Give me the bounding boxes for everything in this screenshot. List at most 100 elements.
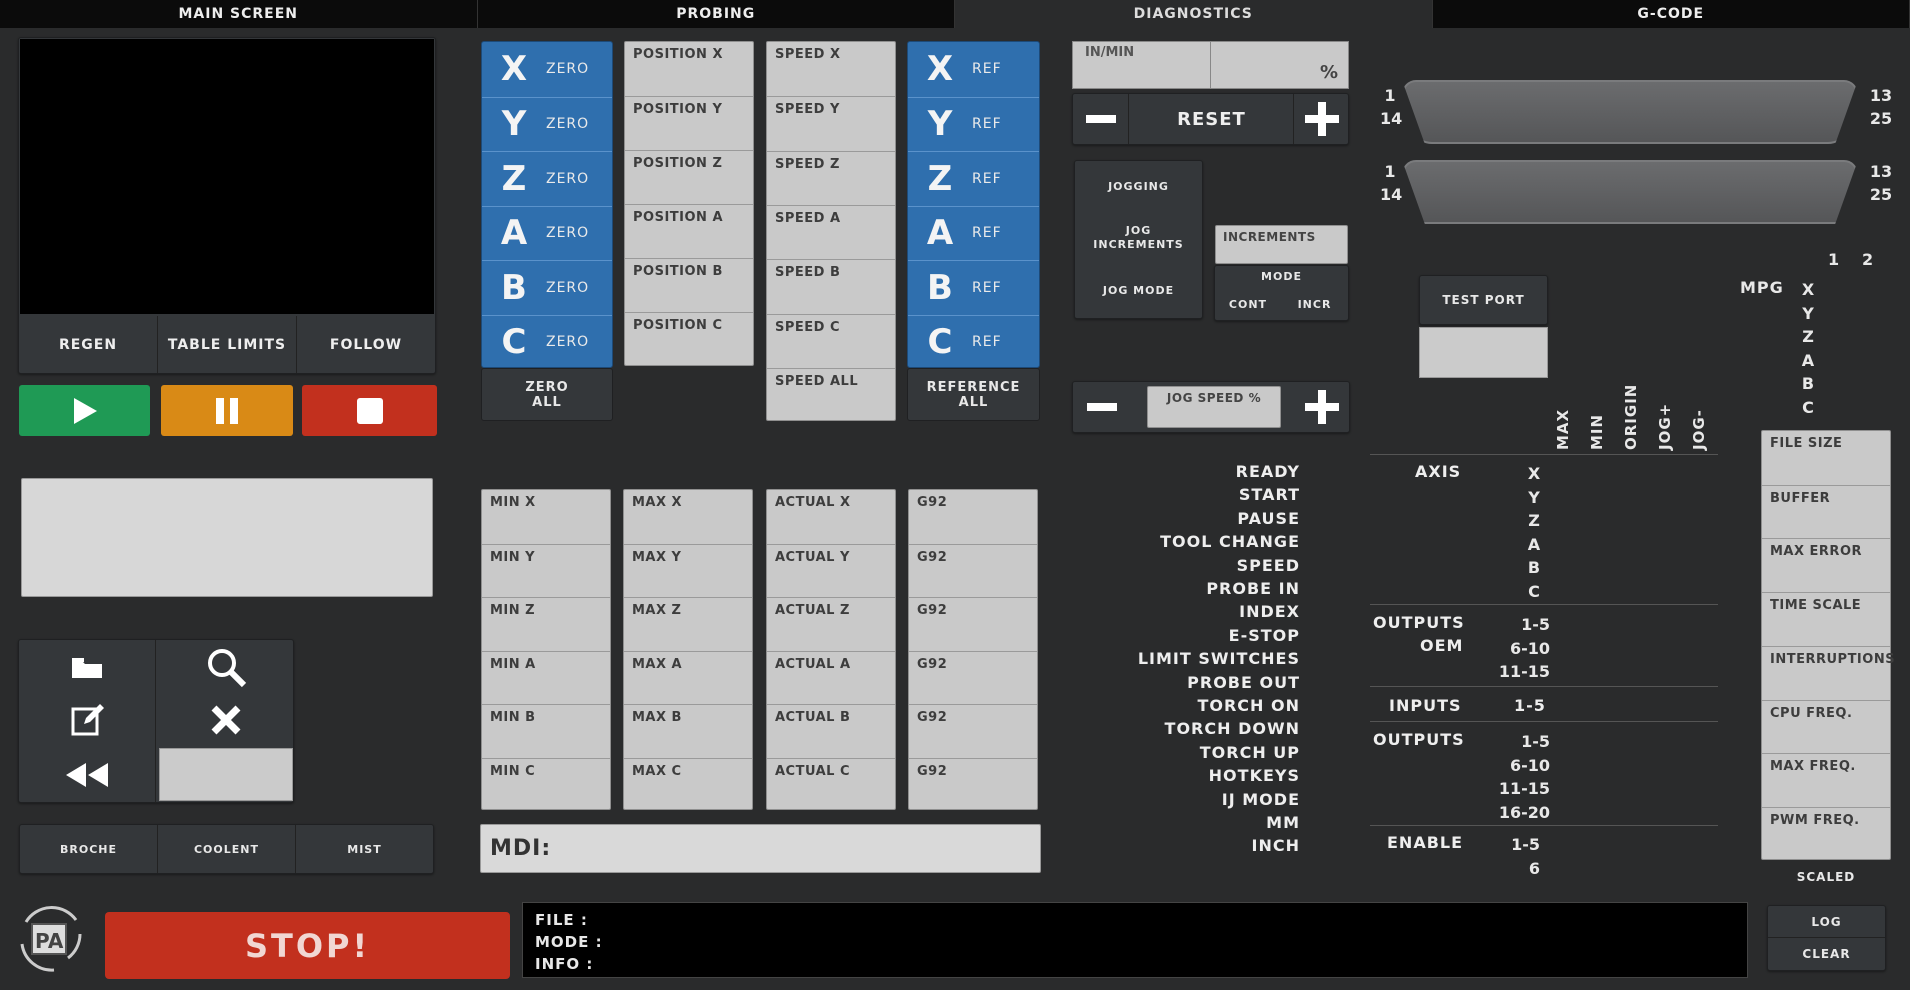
min-readout: MIN Z	[482, 597, 610, 651]
ref-b-button[interactable]: B REF	[908, 260, 1039, 315]
axis-letter: Y	[501, 104, 527, 145]
feed-unit-label: IN/MIN	[1085, 45, 1135, 60]
rewind-button[interactable]	[19, 746, 156, 803]
jog-mode-button[interactable]: JOG MODE	[1075, 265, 1202, 315]
pause-button[interactable]	[161, 385, 293, 436]
stat-readout: PWM FREQ.	[1762, 806, 1890, 861]
zero-a-button[interactable]: A ZERO	[482, 205, 612, 261]
tab-main-screen[interactable]: MAIN SCREEN	[0, 0, 478, 28]
tab-diagnostics[interactable]: DIAGNOSTICS	[955, 0, 1433, 28]
port1-left-pins: 1 14	[1380, 86, 1403, 128]
oem-output-ranges: 1-5 6-10 11-15	[1490, 613, 1550, 684]
plus-icon	[1304, 390, 1339, 424]
jog-increments-button[interactable]: JOG INCREMENTS	[1075, 213, 1202, 263]
scaled-label: SCALED	[1796, 870, 1856, 884]
position-readout: POSITION Z	[625, 150, 753, 204]
feed-plus-button[interactable]	[1293, 94, 1349, 144]
pause-icon	[216, 397, 238, 424]
stat-readout: MAX FREQ.	[1762, 753, 1890, 807]
cont-button[interactable]: CONT	[1215, 290, 1281, 318]
folder-icon	[72, 657, 102, 678]
feed-minus-button[interactable]	[1073, 94, 1129, 144]
ref-y-button[interactable]: Y REF	[908, 96, 1039, 152]
tab-probing[interactable]: PROBING	[478, 0, 955, 28]
log-button[interactable]: LOG	[1768, 906, 1885, 938]
mist-button[interactable]: MIST	[296, 825, 433, 873]
edit-file-button[interactable]	[19, 693, 156, 746]
toolpath-preview[interactable]	[20, 39, 434, 314]
open-file-button[interactable]	[19, 640, 156, 693]
follow-button[interactable]: FOLLOW	[297, 316, 435, 373]
incr-button[interactable]: INCR	[1281, 290, 1348, 318]
zero-y-button[interactable]: Y ZERO	[482, 96, 612, 152]
speed-readout: SPEED B	[767, 259, 895, 313]
range-label: 1-5	[1511, 835, 1540, 854]
mdi-input[interactable]: MDI:	[480, 824, 1041, 873]
mpg-axes: XYZABC	[1798, 278, 1818, 419]
stop-cycle-button[interactable]	[302, 385, 437, 436]
stat-readout: FILE SIZE	[1770, 436, 1843, 451]
inputs-range: 1-5	[1514, 696, 1546, 715]
axis-letter: C	[927, 322, 953, 363]
range-label: 6	[1528, 858, 1540, 878]
tab-g-code[interactable]: G-CODE	[1433, 0, 1910, 28]
jogging-button[interactable]: JOGGING	[1075, 161, 1202, 211]
rewind-icon	[66, 762, 108, 787]
ref-label: REF	[972, 225, 1002, 242]
mpg-axis-label: Z	[1802, 327, 1814, 346]
output-ranges: 1-5 6-10 11-15 16-20	[1490, 730, 1550, 824]
play-button[interactable]	[19, 385, 150, 436]
close-icon	[211, 705, 240, 734]
position-readout: POSITION B	[625, 258, 753, 312]
signal-label: PROBE IN	[1206, 579, 1300, 598]
signal-list: READY START PAUSE TOOL CHANGE SPEED PROBE IN I…	[1100, 462, 1300, 862]
zero-c-button[interactable]: C ZERO	[482, 314, 612, 370]
table-limits-button[interactable]: TABLE LIMITS	[158, 316, 297, 373]
clear-button[interactable]: CLEAR	[1768, 938, 1885, 970]
close-file-button[interactable]	[157, 693, 294, 746]
ref-label: REF	[972, 170, 1002, 187]
feed-percent-label: %	[1319, 62, 1338, 83]
status-mode-line: MODE :	[535, 933, 603, 951]
ref-x-button[interactable]: X REF	[908, 42, 1039, 97]
min-readouts: MIN X MIN Y MIN Z MIN A MIN B MIN C	[481, 489, 611, 810]
emergency-stop-button[interactable]: STOP!	[105, 912, 510, 979]
axis-letters: XYZABC	[1524, 462, 1544, 603]
zero-b-button[interactable]: B ZERO	[482, 260, 612, 315]
axis-letter: A	[1527, 534, 1541, 554]
ref-c-button[interactable]: C REF	[908, 314, 1039, 370]
port2-left-pins: 1 14	[1380, 162, 1403, 204]
ref-a-button[interactable]: A REF	[908, 205, 1039, 261]
max-readouts: MAX X MAX Y MAX Z MAX A MAX B MAX C	[623, 489, 753, 810]
mdi-label: MDI:	[490, 836, 552, 861]
search-button[interactable]	[157, 640, 294, 693]
outputs-oem-label-1: OUTPUTS	[1373, 613, 1465, 632]
feed-rate-display: IN/MIN %	[1072, 41, 1349, 89]
speed-readouts: SPEED X SPEED Y SPEED Z SPEED A SPEED B SPEED…	[766, 41, 896, 421]
zero-z-button[interactable]: Z ZERO	[482, 151, 612, 206]
jog-speed-display: JOG SPEED %	[1147, 386, 1281, 428]
spindle-button[interactable]: BROCHE	[20, 825, 158, 873]
regen-button[interactable]: REGEN	[19, 316, 158, 373]
enable-label: ENABLE	[1387, 833, 1464, 852]
feed-reset-button[interactable]: RESET	[1130, 94, 1293, 144]
ref-label: REF	[972, 334, 1002, 351]
zero-all-button[interactable]: ZERO ALL	[481, 368, 613, 421]
jog-speed-minus-button[interactable]	[1073, 382, 1130, 432]
jog-speed-plus-button[interactable]	[1293, 382, 1350, 432]
max-readout: MAX C	[624, 757, 752, 812]
ref-z-button[interactable]: Z REF	[908, 151, 1039, 206]
signal-label: READY	[1235, 462, 1300, 481]
g92-readout: G92	[909, 704, 1037, 758]
test-port-display	[1419, 327, 1548, 378]
reference-all-button[interactable]: REFERENCE ALL	[907, 368, 1040, 421]
axis-letter: A	[926, 213, 954, 254]
test-port-button[interactable]: TEST PORT	[1419, 275, 1548, 325]
signal-label: TORCH UP	[1199, 742, 1300, 762]
increments-display: INCREMENTS	[1215, 225, 1348, 264]
coolant-button[interactable]: COOLENT	[158, 825, 296, 873]
min-readout: MIN B	[482, 704, 610, 758]
stat-readout: INTERRUPTIONS	[1762, 645, 1895, 700]
signal-label: INCH	[1251, 836, 1300, 856]
zero-x-button[interactable]: X ZERO	[482, 42, 612, 97]
